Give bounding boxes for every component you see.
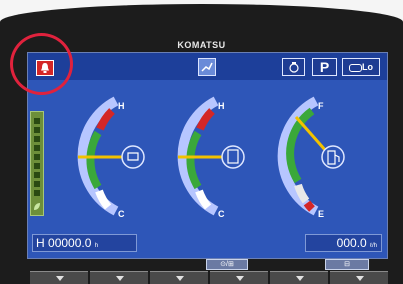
f2-key[interactable] — [90, 271, 148, 284]
f3-key[interactable] — [150, 271, 208, 284]
hydraulic-low-label: C — [218, 209, 225, 219]
fuel-icon — [321, 145, 345, 169]
coolant-temp-gauge: H C — [68, 89, 168, 224]
eco-gauge — [30, 111, 44, 216]
f5-arrow-icon — [296, 276, 304, 281]
menu-button[interactable]: ⊟ — [325, 259, 369, 270]
eco-gauge-segment — [34, 190, 40, 196]
hydraulic-icon — [349, 63, 362, 72]
work-mode-icon[interactable] — [198, 58, 216, 76]
hydraulic-high-label: H — [218, 101, 225, 111]
eco-gauge-segment — [34, 181, 40, 187]
fuel-consumption-value: 000.0 — [336, 236, 367, 250]
hour-meter-prefix: H — [36, 236, 45, 250]
travel-speed-indicator[interactable]: Lo — [342, 58, 380, 76]
eco-gauge-segment — [34, 163, 40, 169]
leaf-icon — [34, 203, 40, 210]
fuel-empty-label: E — [318, 209, 324, 219]
eco-gauge-segment — [34, 118, 40, 124]
f6-arrow-icon — [356, 276, 364, 281]
coolant-temp-icon — [121, 145, 145, 169]
coolant-green-zone — [86, 130, 102, 190]
hydraulic-oil-temp-gauge: H C — [168, 89, 268, 224]
eco-gauge-segment — [34, 145, 40, 151]
fuel-full-label: F — [318, 101, 324, 111]
f5-key[interactable] — [270, 271, 328, 284]
coolant-high-label: H — [118, 101, 125, 111]
eco-gauge-segment — [34, 154, 40, 160]
fuel-needle — [294, 116, 328, 152]
fuel-gauge: F E — [268, 89, 368, 224]
travel-speed-label: Lo — [362, 62, 373, 72]
f2-arrow-icon — [116, 276, 124, 281]
highlight-circle — [10, 33, 73, 95]
f3-arrow-icon — [176, 276, 184, 281]
service-meter-icon[interactable] — [282, 58, 305, 76]
coolant-low-label: C — [118, 209, 125, 219]
f4-key[interactable] — [210, 271, 268, 284]
hour-meter-unit: h — [94, 243, 99, 249]
eco-gauge-segment — [34, 172, 40, 178]
f1-arrow-icon — [56, 276, 64, 281]
fuel-consumption-unit: ℓ/h — [370, 243, 377, 249]
function-keys — [30, 271, 390, 284]
fuel-red-zone — [303, 200, 315, 212]
f6-key[interactable] — [330, 271, 388, 284]
hour-meter: H 00000.0 h — [32, 234, 137, 252]
camera-toggle-button[interactable]: ⊙/⊞ — [206, 259, 248, 270]
hour-meter-value: 00000.0 — [48, 236, 92, 250]
hydraulic-green-zone — [186, 130, 202, 190]
parking-indicator[interactable]: P — [312, 58, 337, 76]
f1-key[interactable] — [30, 271, 88, 284]
top-status-bar: P Lo — [28, 53, 387, 80]
fuel-consumption-display: 000.0 ℓ/h — [305, 234, 382, 252]
eco-gauge-segment — [34, 136, 40, 142]
eco-gauge-segment — [34, 127, 40, 133]
f4-arrow-icon — [236, 276, 244, 281]
monitor-screen: P Lo H C H C F E H 00000.0 h 000.0 ℓ/h — [27, 52, 388, 259]
hydraulic-oil-temp-icon — [221, 145, 245, 169]
